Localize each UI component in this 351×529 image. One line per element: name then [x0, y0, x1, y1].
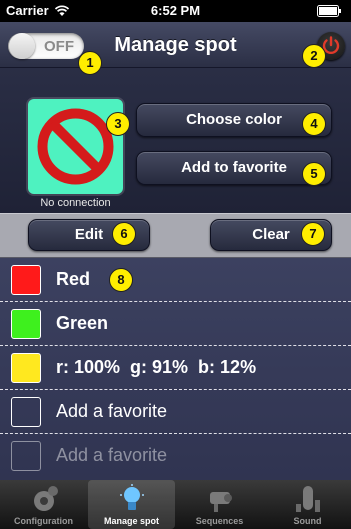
callout-badge: 1	[78, 51, 102, 75]
color-swatch	[11, 353, 41, 383]
no-connection-icon	[37, 108, 114, 185]
clock: 6:52 PM	[150, 3, 201, 18]
tab-bar: Configuration Manage spot Sequences Soun…	[0, 480, 351, 529]
empty-swatch	[11, 397, 41, 427]
battery-icon	[317, 5, 341, 17]
callout-badge: 8	[109, 268, 133, 292]
edit-toolbar: Edit Clear	[0, 213, 351, 258]
callout-badge: 3	[106, 112, 130, 136]
tab-label: Manage spot	[103, 516, 159, 526]
tab-label: Sound	[293, 516, 322, 526]
add-favorite-label: Add a favorite	[56, 401, 168, 421]
callout-badge: 6	[112, 222, 136, 246]
favorite-label: Red	[56, 269, 91, 289]
lightbulb-icon	[120, 484, 144, 510]
spot-preview[interactable]	[28, 99, 123, 194]
add-favorite-label: Add a favorite	[56, 445, 168, 465]
mixer-icon	[296, 486, 320, 512]
callout-badge: 4	[302, 112, 326, 136]
projector-icon	[210, 492, 232, 512]
add-favorite-item-disabled: Add a favorite	[0, 434, 351, 478]
nav-header: OFF Manage spot	[0, 22, 351, 68]
tab-manage-spot[interactable]: Manage spot	[88, 480, 175, 529]
tab-configuration[interactable]: Configuration	[0, 480, 87, 529]
callout-badge: 7	[301, 222, 325, 246]
status-bar: Carrier 6:52 PM	[0, 0, 351, 22]
add-favorite-item[interactable]: Add a favorite	[0, 390, 351, 434]
favorite-item[interactable]: Red	[0, 258, 351, 302]
color-swatch	[11, 265, 41, 295]
tab-sound[interactable]: Sound	[264, 480, 351, 529]
tab-label: Configuration	[14, 516, 73, 526]
favorites-list: Red Green r: 100% g: 91% b: 12% Add a fa…	[0, 258, 351, 480]
tab-label: Sequences	[195, 516, 244, 526]
page-title: Manage spot	[114, 34, 237, 56]
favorite-item[interactable]: Green	[0, 302, 351, 346]
empty-swatch	[11, 441, 41, 471]
favorite-label: r: 100% g: 91% b: 12%	[56, 357, 257, 377]
connection-status: No connection	[40, 197, 111, 209]
color-swatch	[11, 309, 41, 339]
favorite-label: Green	[56, 313, 109, 333]
gear-icon	[34, 486, 58, 511]
callout-badge: 2	[302, 44, 326, 68]
favorite-item[interactable]: r: 100% g: 91% b: 12%	[0, 346, 351, 390]
callout-badge: 5	[302, 162, 326, 186]
spot-panel: No connection Choose color Add to favori…	[0, 68, 351, 213]
tab-sequences[interactable]: Sequences	[176, 480, 263, 529]
